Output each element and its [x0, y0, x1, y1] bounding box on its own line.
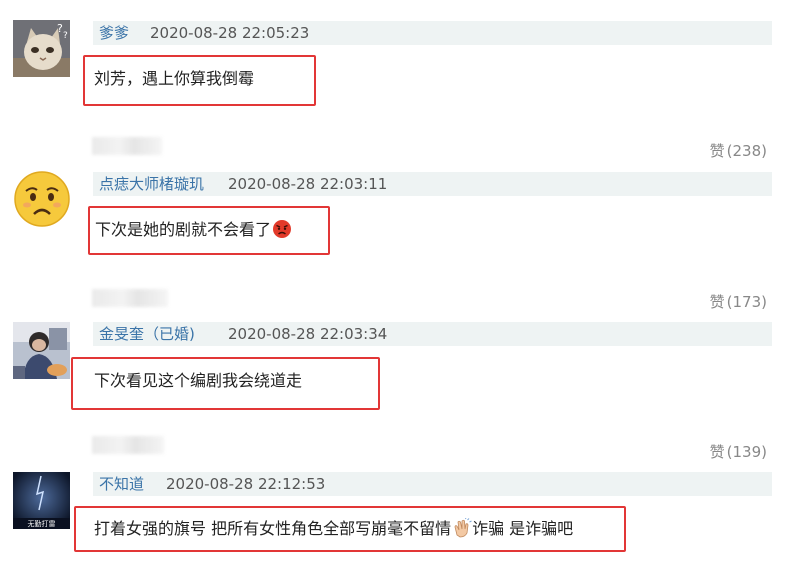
- comment-text: 下次是她的剧就不会看了: [95, 219, 292, 244]
- angry-face-icon: [272, 219, 292, 244]
- avatar[interactable]: [13, 170, 70, 227]
- comment-text: 打着女强的旗号 把所有女性角色全部写崩毫不留情 诈骗 是诈骗吧: [94, 517, 574, 543]
- like-count: (173): [726, 293, 767, 311]
- like-count: (139): [726, 443, 767, 461]
- username[interactable]: 爹爹: [99, 21, 129, 45]
- dark-poster-avatar-icon: 无勤打雷: [13, 472, 70, 529]
- like-button[interactable]: 赞 (139): [710, 441, 767, 462]
- username[interactable]: 点痣大师楮璇玑: [99, 172, 204, 196]
- sad-face-avatar-icon: [13, 170, 70, 227]
- comment-text-part: 诈骗 是诈骗吧: [472, 519, 574, 538]
- blurred-reply: [92, 137, 162, 155]
- like-button[interactable]: 赞 (238): [710, 140, 767, 161]
- cat-avatar-icon: ? ?: [13, 20, 70, 77]
- blurred-reply: [92, 289, 168, 307]
- like-count: (238): [726, 142, 767, 160]
- blurred-reply: [92, 436, 164, 454]
- like-label: 赞: [709, 142, 725, 160]
- comment-text-part: 打着女强的旗号 把所有女性角色全部写崩毫不留情: [94, 519, 452, 538]
- svg-text:?: ?: [63, 31, 68, 41]
- clapping-hands-icon: [452, 517, 472, 543]
- username[interactable]: 不知道: [99, 472, 144, 496]
- avatar[interactable]: ? ?: [13, 20, 70, 77]
- timestamp: 2020-08-28 22:03:34: [228, 325, 388, 343]
- like-label: 赞: [709, 443, 725, 461]
- avatar[interactable]: 无勤打雷: [13, 472, 70, 529]
- timestamp: 2020-08-28 22:05:23: [150, 24, 310, 42]
- like-button[interactable]: 赞 (173): [710, 291, 767, 312]
- like-label: 赞: [709, 293, 725, 311]
- comment-text-content: 下次是她的剧就不会看了: [95, 220, 272, 239]
- timestamp: 2020-08-28 22:12:53: [166, 475, 326, 493]
- username[interactable]: 金旻奎（已婚): [99, 322, 195, 346]
- avatar[interactable]: [13, 322, 70, 379]
- comment-text: 刘芳，遇上你算我倒霉: [94, 69, 255, 88]
- timestamp: 2020-08-28 22:03:11: [228, 175, 388, 193]
- avatar-caption: 无勤打雷: [28, 519, 56, 528]
- person-photo-avatar-icon: [13, 322, 70, 379]
- comment-text: 下次看见这个编剧我会绕道走: [94, 371, 303, 390]
